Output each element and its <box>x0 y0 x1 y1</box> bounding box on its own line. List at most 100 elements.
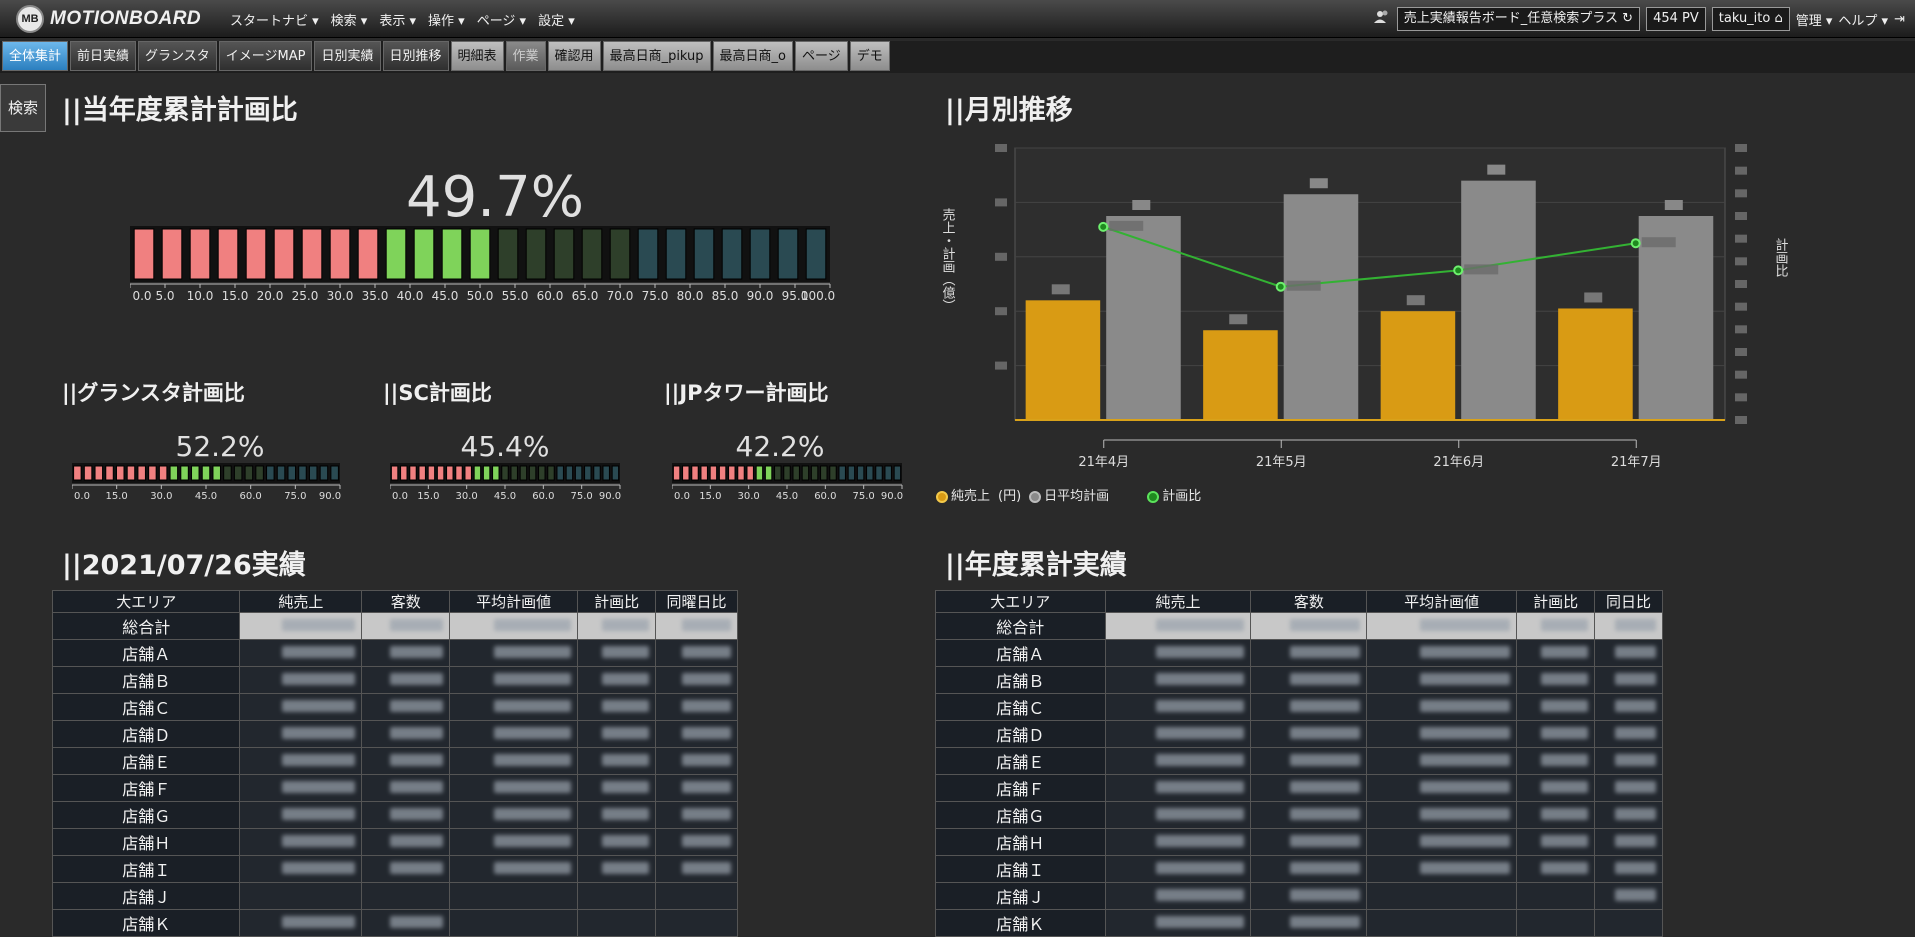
main-gauge-value: 49.7% <box>406 165 584 230</box>
home-icon[interactable]: ⌂ <box>1774 11 1782 26</box>
gauge-segment <box>755 465 764 481</box>
blurred-value <box>682 835 731 847</box>
table-row[interactable]: 店舗Ｄ <box>51 720 738 748</box>
table-cell-value <box>361 747 451 775</box>
blurred-value <box>494 646 572 658</box>
bar-sales[interactable] <box>1380 311 1456 420</box>
x-tick-label: 21年5月 <box>1256 455 1307 470</box>
table-header[interactable]: 同日比 <box>1594 590 1663 613</box>
table-header[interactable]: 大エリア <box>935 590 1106 613</box>
table-row[interactable]: 店舗Ｈ <box>51 828 738 856</box>
table-row[interactable]: 総合計 <box>51 612 738 640</box>
table-cell-value <box>1250 855 1368 883</box>
y2-tick-label <box>1735 348 1747 356</box>
table-row[interactable]: 店舗Ｊ <box>51 882 738 910</box>
blurred-value <box>1156 673 1245 685</box>
y-axis-label: 売上・計画（億） <box>940 207 956 312</box>
table-row[interactable]: 店舗Ｅ <box>935 747 1663 775</box>
bar-plan[interactable] <box>1283 194 1359 420</box>
tab-4[interactable]: 日別実績 <box>314 41 381 71</box>
table-header[interactable]: 計画比 <box>1516 590 1596 613</box>
legend-unit: (円) <box>998 489 1022 504</box>
table-row[interactable]: 店舗Ｊ <box>935 882 1663 910</box>
tab-11[interactable]: ページ <box>795 41 848 71</box>
point-ratio[interactable] <box>1630 238 1641 249</box>
tab-12[interactable]: デモ <box>849 41 890 71</box>
blurred-value <box>282 754 356 766</box>
table-header[interactable]: 客数 <box>361 590 451 613</box>
tab-9[interactable]: 最高日商_pikup <box>602 41 711 71</box>
bar-sales[interactable] <box>1203 330 1278 420</box>
table-row[interactable]: 店舗Ｂ <box>935 666 1663 694</box>
table-header[interactable]: 同曜日比 <box>655 590 738 613</box>
table-header[interactable]: 純売上 <box>1104 590 1252 613</box>
menu-view[interactable]: 表示 ▾ <box>379 10 416 29</box>
tab-2[interactable]: グランスタ <box>138 41 217 71</box>
tab-10[interactable]: 最高日商_o <box>712 41 794 71</box>
table-row[interactable]: 店舗Ｂ <box>51 666 738 694</box>
table-cell-value <box>1250 801 1368 829</box>
gauge-segment <box>764 465 773 481</box>
menu-operation[interactable]: 操作 ▾ <box>428 10 465 29</box>
bar-sales[interactable] <box>1558 308 1633 420</box>
app-logo[interactable]: MB MOTIONBOARD <box>16 5 201 33</box>
bar-plan[interactable] <box>1461 180 1536 420</box>
point-ratio[interactable] <box>1098 221 1109 232</box>
table-row[interactable]: 店舗Ｆ <box>935 774 1663 802</box>
table-header[interactable]: 平均計画値 <box>449 590 579 613</box>
table-row[interactable]: 店舗Ａ <box>51 639 738 667</box>
gauge-segment <box>672 465 681 481</box>
table-row[interactable]: 店舗Ｋ <box>51 909 738 937</box>
point-ratio[interactable] <box>1275 281 1286 292</box>
y-tick-label <box>995 198 1007 207</box>
tab-6[interactable]: 明細表 <box>450 41 504 71</box>
menu-help[interactable]: ヘルプ ▾ <box>1838 10 1888 29</box>
table-row[interactable]: 店舗Ｃ <box>51 693 738 721</box>
table-row[interactable]: 店舗Ｈ <box>935 828 1663 856</box>
tab-1[interactable]: 前日実績 <box>70 41 137 71</box>
table-cell-value <box>1104 666 1252 694</box>
tab-3[interactable]: イメージMAP <box>218 41 313 71</box>
board-name-field[interactable]: 売上実績報告ボード_任意検索プラス ↻ <box>1396 7 1641 31</box>
refresh-icon[interactable]: ↻ <box>1622 11 1633 26</box>
y2-tick-label <box>1735 416 1747 424</box>
table-header[interactable]: 平均計画値 <box>1366 590 1518 613</box>
gauge-segment <box>276 465 286 481</box>
table-row[interactable]: 店舗Ａ <box>935 639 1663 667</box>
search-button[interactable]: 検索 <box>0 84 46 132</box>
menu-admin[interactable]: 管理 ▾ <box>1796 10 1833 29</box>
logout-icon[interactable]: ⇥ <box>1894 12 1905 27</box>
table-header[interactable]: 計画比 <box>577 590 657 613</box>
bar-plan[interactable] <box>1106 216 1181 420</box>
tab-0[interactable]: 全体集計 <box>2 41 69 71</box>
table-cell-area: 店舗Ｋ <box>51 909 241 937</box>
menu-search[interactable]: 検索 ▾ <box>331 10 368 29</box>
people-icon[interactable] <box>1373 8 1391 30</box>
table-row[interactable]: 店舗Ｉ <box>51 855 738 883</box>
table-row[interactable]: 総合計 <box>935 612 1663 640</box>
table-cell-area: 店舗Ｅ <box>51 747 241 775</box>
table-row[interactable]: 店舗Ｋ <box>935 909 1663 937</box>
table-row[interactable]: 店舗Ｇ <box>935 801 1663 829</box>
table-row[interactable]: 店舗Ｄ <box>935 720 1663 748</box>
tab-7[interactable]: 作業 <box>505 41 546 71</box>
gauge-segment <box>838 465 846 481</box>
blurred-value <box>282 781 356 793</box>
table-row[interactable]: 店舗Ｃ <box>935 693 1663 721</box>
tab-8[interactable]: 確認用 <box>547 41 601 71</box>
table-header[interactable]: 純売上 <box>239 590 363 613</box>
menu-settings[interactable]: 設定 ▾ <box>538 10 575 29</box>
table-header[interactable]: 客数 <box>1250 590 1368 613</box>
table-row[interactable]: 店舗Ｅ <box>51 747 738 775</box>
menu-start-navi[interactable]: スタートナビ ▾ <box>230 10 319 29</box>
table-row[interactable]: 店舗Ｆ <box>51 774 738 802</box>
user-box[interactable]: taku_ito ⌂ <box>1711 7 1790 31</box>
table-row[interactable]: 店舗Ｉ <box>935 855 1663 883</box>
table-cell-area: 店舗Ｉ <box>935 855 1106 883</box>
table-row[interactable]: 店舗Ｇ <box>51 801 738 829</box>
tab-5[interactable]: 日別推移 <box>382 41 449 71</box>
table-header[interactable]: 大エリア <box>51 590 241 613</box>
menu-page[interactable]: ページ ▾ <box>477 10 526 29</box>
bar-sales[interactable] <box>1025 300 1101 420</box>
point-ratio[interactable] <box>1453 265 1464 276</box>
